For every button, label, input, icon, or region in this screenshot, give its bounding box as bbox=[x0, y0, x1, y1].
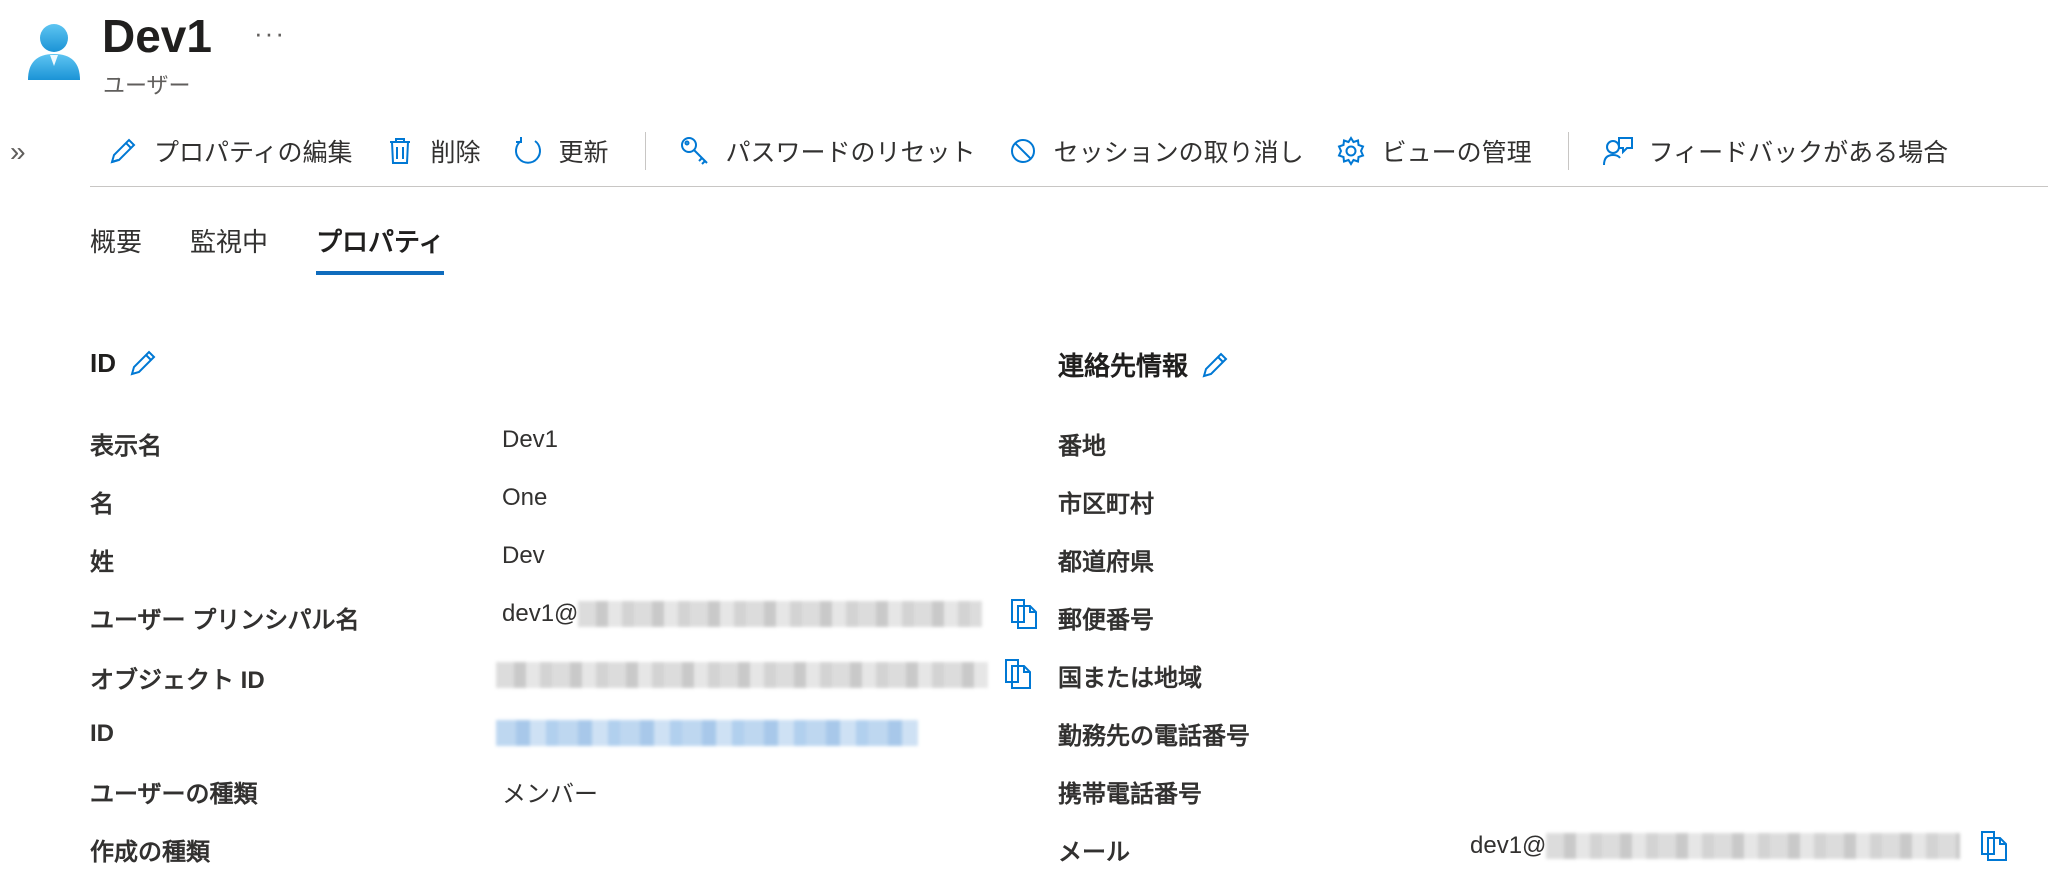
refresh-icon bbox=[514, 137, 541, 164]
user-type-label: ユーザーの種類 bbox=[90, 781, 258, 808]
redacted-text bbox=[496, 719, 918, 746]
feedback-icon bbox=[1602, 137, 1633, 166]
trash-icon bbox=[389, 138, 410, 164]
user-avatar-icon bbox=[28, 24, 80, 80]
first-name-value: One bbox=[502, 484, 548, 511]
page-title: Dev1 bbox=[102, 10, 212, 62]
contact-title-text: 連絡先情報 bbox=[1058, 351, 1189, 381]
redacted-text bbox=[1546, 833, 1961, 859]
edit-properties-button[interactable]: プロパティの編集 bbox=[100, 128, 359, 174]
postal-code-label: 郵便番号 bbox=[1058, 607, 1154, 634]
display-name-value: Dev1 bbox=[502, 426, 559, 453]
page-subtitle: ユーザー bbox=[103, 73, 191, 98]
copy-upn-icon[interactable] bbox=[1008, 596, 1040, 630]
key-icon bbox=[680, 137, 708, 165]
feedback-label: フィードバックがある場合 bbox=[1648, 139, 1949, 167]
refresh-label: 更新 bbox=[558, 139, 609, 167]
creation-type-label: 作成の種類 bbox=[90, 839, 210, 866]
email-value: dev1@ bbox=[1470, 832, 1961, 860]
manage-view-label: ビューの管理 bbox=[1381, 139, 1532, 167]
state-label: 都道府県 bbox=[1058, 549, 1154, 576]
identity-section-title: ID bbox=[90, 346, 160, 380]
feedback-button[interactable]: フィードバックがある場合 bbox=[1595, 128, 1955, 174]
edit-contact-icon[interactable] bbox=[1198, 348, 1232, 382]
reset-password-button[interactable]: パスワードのリセット bbox=[672, 128, 982, 174]
tab-properties[interactable]: プロパティ bbox=[316, 222, 445, 275]
expand-menu-button[interactable]: » bbox=[10, 136, 26, 168]
manage-view-button[interactable]: ビューの管理 bbox=[1328, 128, 1538, 174]
tab-strip: 概要 監視中 プロパティ bbox=[90, 222, 492, 275]
identity-title-text: ID bbox=[90, 347, 116, 378]
business-phone-label: 勤務先の電話番号 bbox=[1058, 723, 1250, 750]
toolbar-divider-line bbox=[90, 186, 2048, 187]
redacted-text bbox=[496, 661, 988, 688]
contact-section-title: 連絡先情報 bbox=[1058, 346, 1232, 383]
object-id-label: オブジェクト ID bbox=[90, 667, 265, 694]
toolbar-divider bbox=[1567, 132, 1569, 170]
tab-overview[interactable]: 概要 bbox=[90, 222, 142, 273]
redacted-text bbox=[578, 601, 983, 627]
delete-button[interactable]: 削除 bbox=[377, 128, 487, 174]
refresh-button[interactable]: 更新 bbox=[505, 128, 615, 174]
edit-properties-label: プロパティの編集 bbox=[154, 139, 353, 167]
pencil-icon bbox=[110, 138, 136, 164]
upn-value: dev1@ bbox=[502, 600, 983, 628]
object-id-value bbox=[496, 660, 988, 688]
gear-icon bbox=[1337, 136, 1364, 166]
last-name-value: Dev bbox=[502, 542, 545, 569]
user-type-value: メンバー bbox=[502, 781, 598, 808]
display-name-label: 表示名 bbox=[90, 433, 162, 460]
id-value-link[interactable] bbox=[496, 718, 918, 746]
revoke-sessions-button[interactable]: セッションの取り消し bbox=[1000, 128, 1310, 174]
command-bar: プロパティの編集 削除 更新 パスワードのリセット セッションの取り消し ビュー… bbox=[100, 128, 1972, 174]
country-label: 国または地域 bbox=[1058, 665, 1202, 692]
upn-label: ユーザー プリンシパル名 bbox=[90, 607, 360, 634]
tab-monitoring[interactable]: 監視中 bbox=[190, 222, 268, 273]
email-label: メール bbox=[1058, 839, 1130, 866]
copy-object-id-icon[interactable] bbox=[1002, 656, 1034, 690]
first-name-label: 名 bbox=[90, 491, 114, 518]
toolbar-divider bbox=[644, 132, 646, 170]
edit-identity-icon[interactable] bbox=[126, 346, 160, 380]
mobile-phone-label: 携帯電話番号 bbox=[1058, 781, 1202, 808]
city-label: 市区町村 bbox=[1058, 491, 1154, 518]
upn-value-text: dev1@ bbox=[502, 600, 579, 627]
street-label: 番地 bbox=[1058, 433, 1106, 460]
last-name-label: 姓 bbox=[90, 549, 114, 576]
reset-password-label: パスワードのリセット bbox=[725, 139, 976, 167]
delete-label: 削除 bbox=[430, 139, 481, 167]
more-options-button[interactable]: ··· bbox=[254, 18, 286, 49]
block-icon bbox=[1010, 139, 1035, 163]
revoke-sessions-label: セッションの取り消し bbox=[1053, 139, 1304, 167]
copy-email-icon[interactable] bbox=[1978, 828, 2010, 862]
id-label: ID bbox=[90, 720, 114, 747]
email-value-text: dev1@ bbox=[1470, 832, 1547, 859]
